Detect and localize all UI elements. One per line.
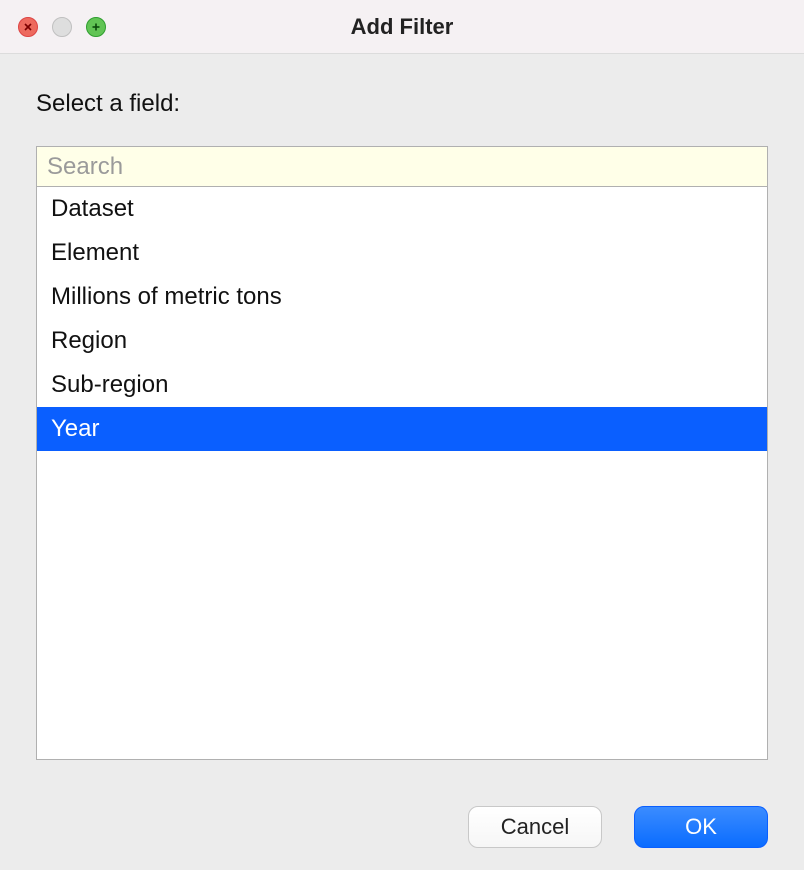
field-list: DatasetElementMillions of metric tonsReg… bbox=[37, 187, 767, 759]
maximize-icon[interactable] bbox=[86, 17, 106, 37]
field-listbox: DatasetElementMillions of metric tonsReg… bbox=[36, 146, 768, 760]
dialog-content: Select a field: DatasetElementMillions o… bbox=[0, 54, 804, 780]
window-controls bbox=[18, 17, 106, 37]
ok-button[interactable]: OK bbox=[634, 806, 768, 848]
window-title: Add Filter bbox=[0, 14, 804, 40]
close-icon[interactable] bbox=[18, 17, 38, 37]
list-item[interactable]: Year bbox=[37, 407, 767, 451]
titlebar: Add Filter bbox=[0, 0, 804, 54]
section-heading: Select a field: bbox=[36, 90, 768, 118]
minimize-icon[interactable] bbox=[52, 17, 72, 37]
list-item[interactable]: Dataset bbox=[37, 187, 767, 231]
list-item[interactable]: Sub-region bbox=[37, 363, 767, 407]
cancel-button[interactable]: Cancel bbox=[468, 806, 602, 848]
list-item[interactable]: Region bbox=[37, 319, 767, 363]
list-item[interactable]: Element bbox=[37, 231, 767, 275]
list-item[interactable]: Millions of metric tons bbox=[37, 275, 767, 319]
search-input[interactable] bbox=[37, 147, 767, 187]
dialog-buttons: Cancel OK bbox=[0, 780, 804, 848]
